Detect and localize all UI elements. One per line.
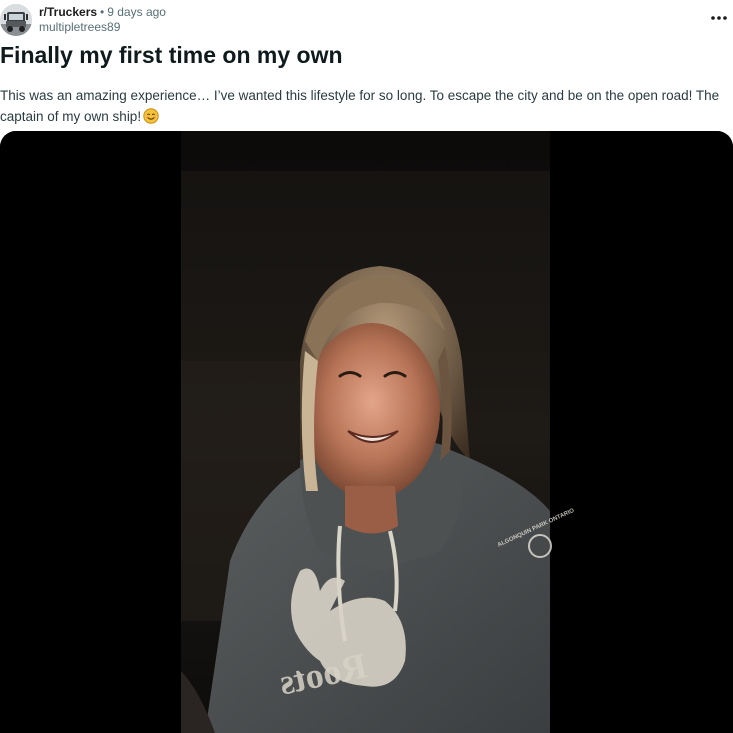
smiling-face-icon (143, 108, 159, 130)
ellipsis-icon (711, 16, 727, 20)
post-body: This was an amazing experience… I’ve wan… (0, 85, 728, 130)
subreddit-link[interactable]: r/Truckers (39, 5, 97, 19)
post-title[interactable]: Finally my first time on my own (0, 40, 343, 70)
post-meta: r/Truckers • 9 days ago multipletrees89 (39, 5, 166, 35)
truck-icon (0, 4, 32, 36)
meta-separator: • (100, 5, 105, 19)
more-options-button[interactable] (707, 9, 731, 25)
post-body-text: This was an amazing experience… I’ve wan… (0, 88, 720, 124)
video-frame: Roots ALGONQUIN PARK ONTARIO (0, 131, 733, 733)
video-player[interactable]: Roots ALGONQUIN PARK ONTARIO (0, 131, 733, 733)
subreddit-avatar[interactable] (0, 4, 32, 36)
post-card: r/Truckers • 9 days ago multipletrees89 Fi… (0, 0, 733, 733)
subreddit-line: r/Truckers • 9 days ago (39, 5, 166, 20)
post-time: 9 days ago (107, 5, 166, 19)
post-header: r/Truckers • 9 days ago multipletrees89 (0, 3, 733, 37)
author-username[interactable]: multipletrees89 (39, 20, 166, 35)
